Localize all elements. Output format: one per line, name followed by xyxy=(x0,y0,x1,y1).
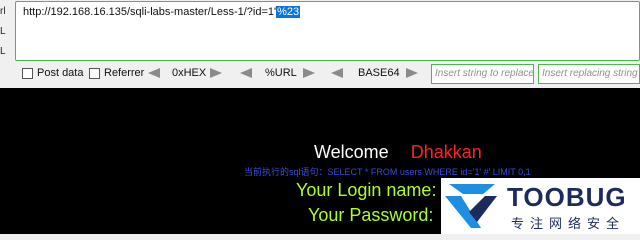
base64-decode-arrow-icon[interactable] xyxy=(331,68,343,78)
url-encode-arrow-icon[interactable] xyxy=(303,68,315,78)
toobug-logo-icon xyxy=(445,184,497,228)
welcome-text: Welcome xyxy=(314,142,389,162)
side-labels: rl L L xyxy=(0,2,14,62)
password-label: Your Password: xyxy=(308,205,434,225)
url-prefix: http://192.168.16.135/sqli-labs-master/L… xyxy=(23,6,277,18)
referrer-label: Referrer xyxy=(104,67,145,79)
hex-label: 0xHEX xyxy=(172,67,207,79)
login-name-label: Your Login name: xyxy=(296,180,437,200)
url-selection: %23 xyxy=(276,6,301,18)
welcome-line: Welcome Dhakkan xyxy=(314,142,482,163)
side-label: L xyxy=(0,46,6,57)
logo-subtitle: 专注网络安全 xyxy=(511,217,626,232)
logo-name: TOOBUG xyxy=(507,182,627,212)
hex-encode-arrow-icon[interactable] xyxy=(210,68,222,78)
toobug-logo: TOOBUG 专注网络安全 xyxy=(441,178,640,234)
base64-encode-arrow-icon[interactable] xyxy=(406,68,418,78)
url-text: http://192.168.16.135/sqli-labs-master/L… xyxy=(23,6,301,18)
post-data-checkbox[interactable] xyxy=(22,68,33,79)
url-label: %URL xyxy=(265,67,297,79)
insert-string-input[interactable]: Insert string to replace xyxy=(431,64,534,84)
hackbar-toolbar: rl L L http://192.168.16.135/sqli-labs-m… xyxy=(0,0,640,88)
side-label: rl xyxy=(0,6,6,17)
referrer-checkbox[interactable] xyxy=(89,68,100,79)
side-label: L xyxy=(0,26,6,37)
hex-decode-arrow-icon[interactable] xyxy=(148,68,160,78)
welcome-name: Dhakkan xyxy=(410,142,482,162)
base64-label: BASE64 xyxy=(358,67,400,79)
sql-query-text: 当前执行的sql语句：SELECT * FROM users WHERE id=… xyxy=(244,167,531,177)
url-decode-arrow-icon[interactable] xyxy=(240,68,252,78)
url-textarea[interactable]: http://192.168.16.135/sqli-labs-master/L… xyxy=(15,1,640,61)
post-data-label: Post data xyxy=(37,67,84,79)
hackbar-controls: Post data Referrer 0xHEX %URL BASE64 Ins… xyxy=(0,62,640,86)
replacing-string-input[interactable]: Insert replacing string xyxy=(538,64,640,84)
